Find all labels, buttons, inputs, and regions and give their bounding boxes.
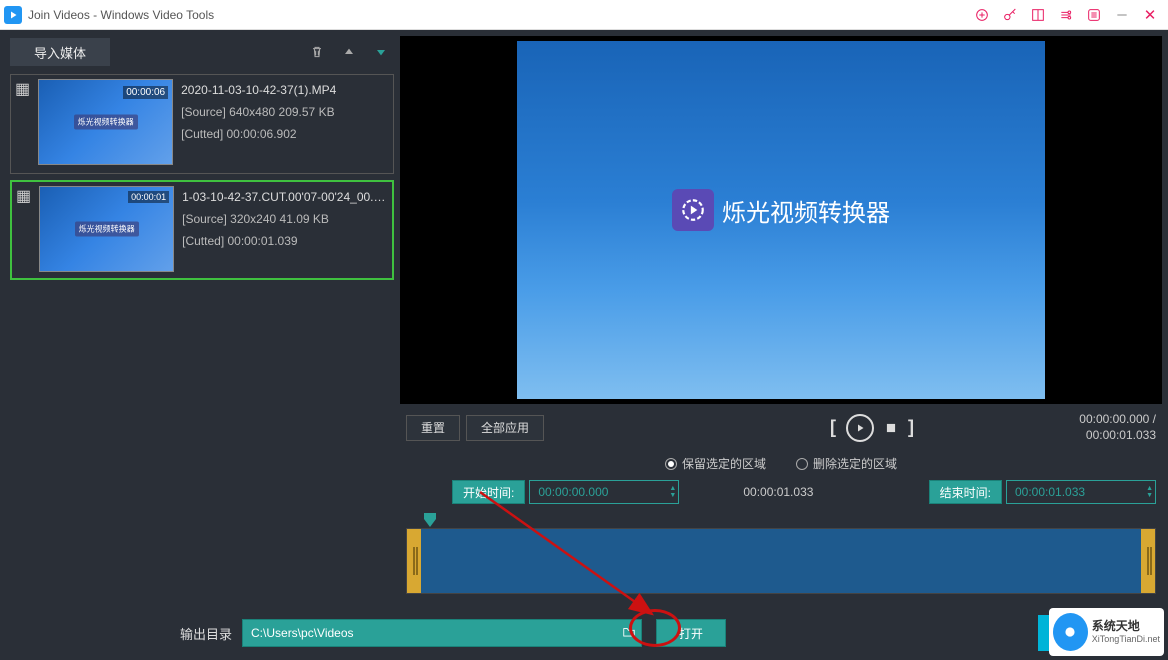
media-thumbnail: 00:00:06 烁光视频转换器 [38, 79, 173, 165]
cart-icon[interactable] [968, 3, 996, 27]
delete-icon[interactable] [304, 39, 330, 65]
start-time-input[interactable]: 00:00:00.000 ▲▼ [529, 480, 679, 504]
trim-handle-left[interactable] [407, 529, 421, 593]
thumbnail-duration: 00:00:01 [128, 191, 169, 203]
trim-handle-right[interactable] [1141, 529, 1155, 593]
bottom-bar: 输出目录 C:\Users\pc\Videos 打开 合并 [0, 606, 1168, 660]
media-filename: 2020-11-03-10-42-37(1).MP4 [181, 83, 389, 97]
output-path-field[interactable]: C:\Users\pc\Videos [242, 619, 642, 647]
preview-logo-icon [672, 189, 714, 231]
thumbnail-badge: 烁光视频转换器 [75, 222, 139, 237]
key-icon[interactable] [996, 3, 1024, 27]
bracket-end-icon[interactable]: ] [908, 417, 914, 438]
remove-region-label: 删除选定的区域 [813, 455, 897, 472]
media-item[interactable]: ▦ 00:00:06 烁光视频转换器 2020-11-03-10-42-37(1… [10, 74, 394, 174]
close-button[interactable]: ✕ [1136, 3, 1164, 27]
film-icon: ▦ [15, 79, 30, 169]
current-time: 00:00:00.000 / [1079, 412, 1156, 428]
end-time-label: 结束时间: [929, 480, 1002, 504]
keep-region-radio[interactable]: 保留选定的区域 [665, 455, 766, 472]
video-preview: 烁光视频转换器 [400, 36, 1162, 404]
media-thumbnail: 00:00:01 烁光视频转换器 [39, 186, 174, 272]
watermark-url: XiTongTianDi.net [1092, 634, 1160, 645]
stop-button[interactable] [884, 421, 898, 435]
layout-icon[interactable] [1024, 3, 1052, 27]
titlebar: Join Videos - Windows Video Tools ✕ [0, 0, 1168, 30]
watermark-title: 系统天地 [1092, 619, 1160, 633]
range-duration: 00:00:01.033 [743, 485, 813, 499]
window-title: Join Videos - Windows Video Tools [28, 8, 214, 22]
menu-icon[interactable] [1080, 3, 1108, 27]
import-media-button[interactable]: 导入媒体 [10, 38, 110, 66]
bracket-start-icon[interactable]: [ [830, 417, 836, 438]
end-time-input[interactable]: 00:00:01.033 ▲▼ [1006, 480, 1156, 504]
preview-logo-text: 烁光视频转换器 [722, 193, 890, 228]
output-dir-label: 输出目录 [180, 624, 232, 643]
folder-icon[interactable] [621, 625, 637, 642]
media-cutted: [Cutted] 00:00:06.902 [181, 127, 389, 141]
media-sidebar: 导入媒体 ▦ 00:00:06 烁光视频转换器 2020-11-03-10-42… [0, 30, 400, 606]
media-filename: 1-03-10-42-37.CUT.00'07-00'24_00.00.0 [182, 190, 388, 204]
media-source: [Source] 640x480 209.57 KB [181, 105, 389, 119]
settings-icon[interactable] [1052, 3, 1080, 27]
app-icon [4, 6, 22, 24]
timeline-track[interactable] [421, 529, 1141, 593]
media-item[interactable]: ▦ 00:00:01 烁光视频转换器 1-03-10-42-37.CUT.00'… [10, 180, 394, 280]
keep-region-label: 保留选定的区域 [682, 455, 766, 472]
open-button[interactable]: 打开 [656, 619, 726, 647]
remove-region-radio[interactable]: 删除选定的区域 [796, 455, 897, 472]
film-icon: ▦ [16, 186, 31, 274]
site-watermark: 系统天地 XiTongTianDi.net [1049, 608, 1164, 656]
media-cutted: [Cutted] 00:00:01.039 [182, 234, 388, 248]
reset-button[interactable]: 重置 [406, 415, 460, 441]
start-time-label: 开始时间: [452, 480, 525, 504]
media-source: [Source] 320x240 41.09 KB [182, 212, 388, 226]
total-time: 00:00:01.033 [1079, 428, 1156, 444]
timeline[interactable] [406, 528, 1156, 594]
apply-all-button[interactable]: 全部应用 [466, 415, 544, 441]
move-down-icon[interactable] [368, 39, 394, 65]
play-button[interactable] [846, 414, 874, 442]
thumbnail-badge: 烁光视频转换器 [74, 115, 138, 130]
move-up-icon[interactable] [336, 39, 362, 65]
thumbnail-duration: 00:00:06 [123, 86, 168, 99]
minimize-button[interactable] [1108, 3, 1136, 27]
